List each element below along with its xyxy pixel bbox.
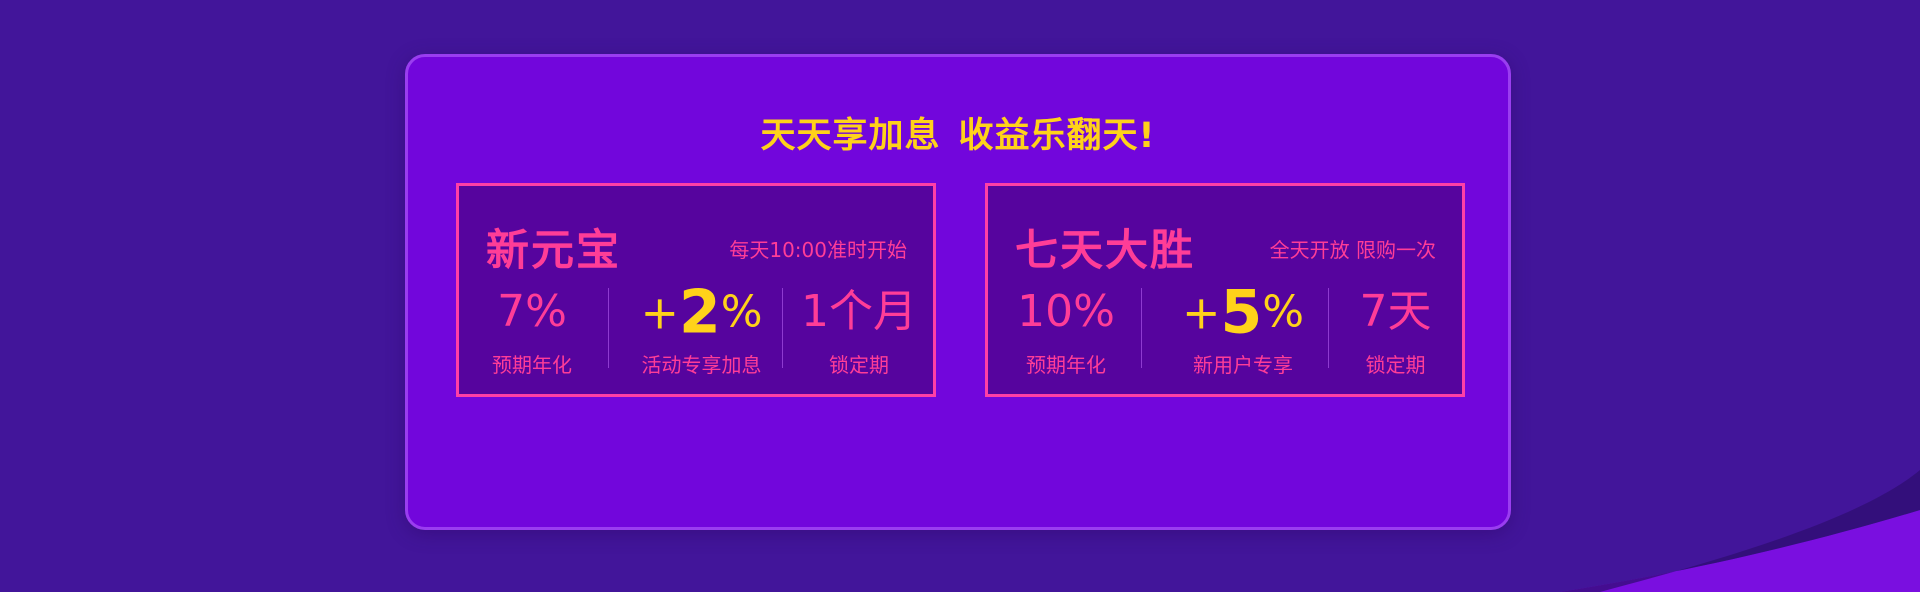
stat-bonus-rate: +2% 活动专享加息: [619, 281, 784, 378]
stat-value: 10%: [1017, 286, 1115, 337]
stat-label: 活动专享加息: [641, 353, 762, 377]
stat-value-group: +2%: [619, 281, 784, 344]
stat-divider: [608, 288, 609, 368]
product-card-qitiandasheng[interactable]: 七天大胜 全天开放 限购一次 10% 预期年化 +5% 新用户专享 7天 锁定期: [985, 183, 1465, 397]
product-card-xinyuanbao[interactable]: 新元宝 每天10:00准时开始 7% 预期年化 +2% 活动专享加息 1个月 锁…: [456, 183, 936, 397]
stat-value: 2: [678, 277, 721, 348]
stat-annual-rate: 10% 预期年化: [1006, 281, 1126, 377]
plus-sign: +: [1181, 285, 1221, 340]
stat-value: 5: [1220, 277, 1263, 348]
stat-label: 预期年化: [1026, 353, 1106, 377]
stat-value: 1个月: [801, 286, 917, 337]
headline-part-2: 收益乐翻天!: [958, 116, 1156, 156]
stat-label: 预期年化: [492, 353, 572, 377]
plus-sign: +: [640, 285, 679, 340]
stat-label: 新用户专享: [1193, 353, 1293, 377]
stat-lock-period: 7天 锁定期: [1343, 281, 1448, 377]
stat-value: 7%: [497, 286, 567, 337]
stat-divider: [1328, 288, 1329, 368]
product-note: 全天开放 限购一次: [1269, 238, 1436, 262]
stat-value: 7天: [1359, 286, 1432, 337]
stat-annual-rate: 7% 预期年化: [477, 281, 587, 377]
promo-headline: 天天享加息 收益乐翻天!: [408, 107, 1508, 158]
percent-sign: %: [720, 286, 763, 338]
stat-label: 锁定期: [1365, 353, 1426, 377]
percent-sign: %: [1262, 286, 1305, 338]
stat-divider: [782, 288, 783, 368]
stat-value-group: +5%: [1158, 281, 1328, 344]
stat-label: 锁定期: [829, 353, 889, 377]
stat-divider: [1141, 288, 1142, 368]
stat-lock-period: 1个月 锁定期: [794, 281, 924, 377]
product-title: 新元宝: [486, 226, 621, 276]
product-note: 每天10:00准时开始: [729, 238, 907, 262]
promo-panel: 天天享加息 收益乐翻天! 新元宝 每天10:00准时开始 7% 预期年化 +2% …: [405, 54, 1511, 530]
product-title: 七天大胜: [1015, 226, 1195, 276]
stat-bonus-rate: +5% 新用户专享: [1158, 281, 1328, 378]
headline-part-1: 天天享加息: [760, 116, 941, 156]
